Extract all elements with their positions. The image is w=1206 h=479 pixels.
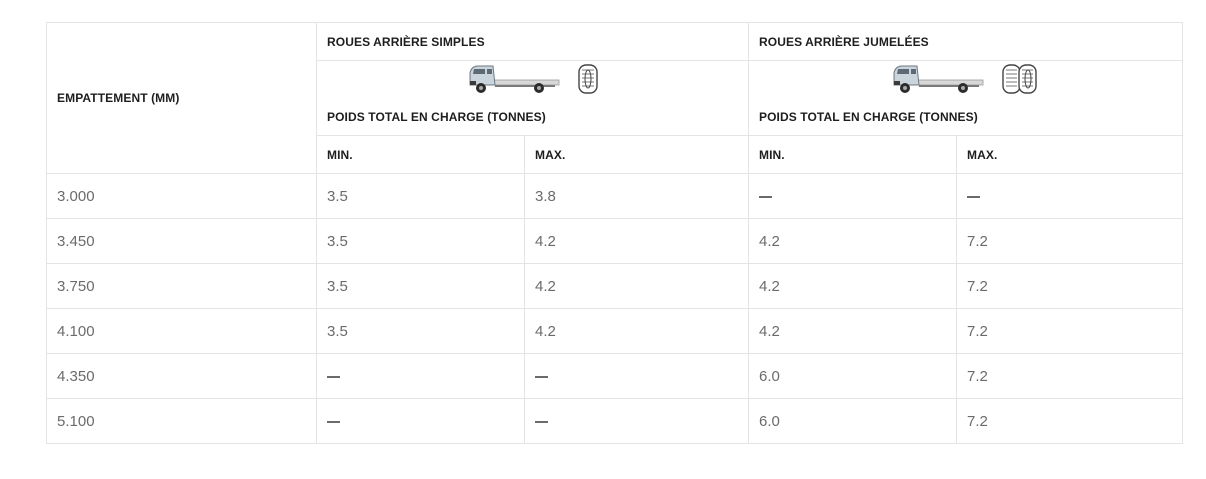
- dual-min-cell: 4.2: [748, 263, 957, 309]
- dual-min-header: MIN.: [748, 135, 957, 174]
- dual-max-cell: 7.2: [955, 398, 1184, 444]
- dual-min-cell: 6.0: [748, 353, 957, 399]
- dual-wheels-illustration: [747, 60, 1184, 99]
- table-row: 3.750 3.5 4.2 4.2 7.2: [46, 263, 1184, 309]
- dual-max-header: MAX.: [955, 135, 1184, 174]
- dual-min-cell: 6.0: [748, 398, 957, 444]
- not-available-dash: [535, 375, 548, 378]
- table-body: 3.000 3.5 3.8 3.450 3.5 4.2 4.2 7.2 3.75…: [46, 173, 1184, 444]
- dual-min-cell: [748, 173, 957, 219]
- dual-rear-wheels-header: ROUES ARRIÈRE JUMELÉES: [747, 22, 1184, 61]
- wheelbase-cell: 4.100: [46, 308, 317, 354]
- table-row: 3.450 3.5 4.2 4.2 7.2: [46, 218, 1184, 264]
- wheelbase-header: EMPATTEMENT (MM): [46, 22, 317, 174]
- single-rear-wheel-icon: [577, 63, 599, 94]
- single-min-cell: 3.5: [316, 218, 525, 264]
- wheelbase-cell: 3.750: [46, 263, 317, 309]
- wheelbase-cell: 5.100: [46, 398, 317, 444]
- wheelbase-cell: 3.450: [46, 218, 317, 264]
- dual-min-cell: 4.2: [748, 308, 957, 354]
- not-available-dash: [967, 195, 980, 198]
- single-rear-wheels-header: ROUES ARRIÈRE SIMPLES: [316, 22, 749, 61]
- not-available-dash: [327, 420, 340, 423]
- dual-max-cell: 7.2: [955, 308, 1184, 354]
- single-min-cell: 3.5: [316, 308, 525, 354]
- single-gvw-header: POIDS TOTAL EN CHARGE (TONNES): [316, 99, 749, 136]
- single-max-cell: [524, 353, 749, 399]
- table-row: 4.350 6.0 7.2: [46, 353, 1184, 399]
- wheelbase-gvw-table: EMPATTEMENT (MM) ROUES ARRIÈRE SIMPLES R…: [46, 22, 1184, 444]
- wheelbase-cell: 3.000: [46, 173, 317, 219]
- wheelbase-cell: 4.350: [46, 353, 317, 399]
- single-min-cell: [316, 398, 525, 444]
- dual-max-cell: 7.2: [955, 263, 1184, 309]
- single-max-cell: [524, 398, 749, 444]
- dual-min-cell: 4.2: [748, 218, 957, 264]
- single-min-cell: [316, 353, 525, 399]
- single-max-cell: 3.8: [524, 173, 749, 219]
- chassis-cab-truck-icon: [467, 63, 563, 95]
- not-available-dash: [327, 375, 340, 378]
- single-max-cell: 4.2: [524, 218, 749, 264]
- table-row: 5.100 6.0 7.2: [46, 398, 1184, 444]
- table-row: 3.000 3.5 3.8: [46, 173, 1184, 219]
- single-wheels-illustration: [316, 60, 749, 99]
- specs-table-container: EMPATTEMENT (MM) ROUES ARRIÈRE SIMPLES R…: [46, 22, 1184, 444]
- single-max-cell: 4.2: [524, 308, 749, 354]
- dual-max-cell: 7.2: [955, 353, 1184, 399]
- not-available-dash: [535, 420, 548, 423]
- single-max-header: MAX.: [524, 135, 749, 174]
- chassis-cab-truck-icon: [891, 63, 987, 95]
- single-min-cell: 3.5: [316, 263, 525, 309]
- dual-max-cell: 7.2: [955, 218, 1184, 264]
- not-available-dash: [759, 195, 772, 198]
- single-max-cell: 4.2: [524, 263, 749, 309]
- table-row: 4.100 3.5 4.2 4.2 7.2: [46, 308, 1184, 354]
- single-min-cell: 3.5: [316, 173, 525, 219]
- dual-gvw-header: POIDS TOTAL EN CHARGE (TONNES): [747, 99, 1184, 136]
- dual-max-cell: [955, 173, 1184, 219]
- dual-rear-wheel-icon: [1001, 63, 1041, 94]
- single-min-header: MIN.: [316, 135, 525, 174]
